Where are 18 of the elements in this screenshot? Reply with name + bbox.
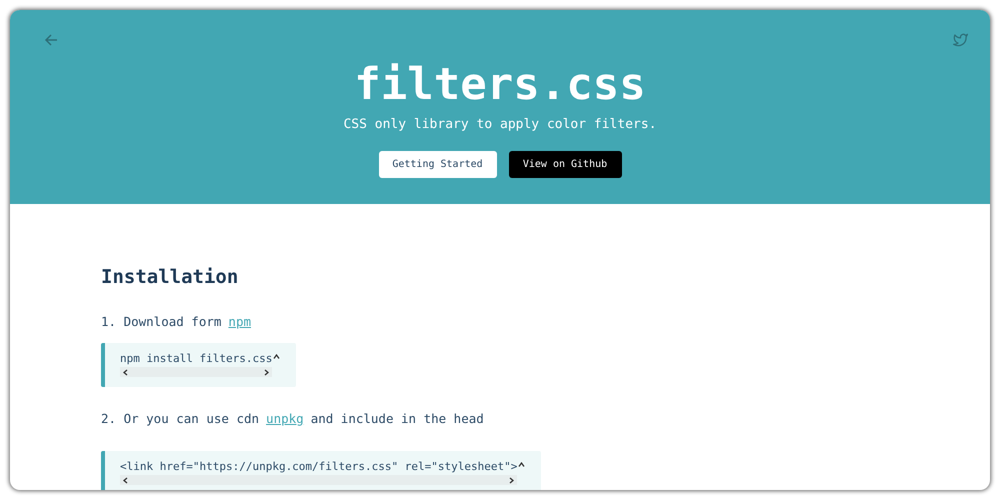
step-text: 1. Download form	[101, 313, 222, 331]
scroll-up-icon[interactable]	[518, 462, 526, 467]
page-title: filters.css	[354, 60, 646, 110]
tagline: CSS only library to apply color filters.	[343, 116, 657, 134]
code-text: <link href="https://unpkg.com/filters.css" rel="stylesheet">	[120, 459, 518, 475]
scroll-right-icon[interactable]	[509, 476, 514, 484]
section-heading: Installation	[101, 265, 240, 290]
scroll-left-icon[interactable]	[123, 476, 128, 484]
getting-started-button[interactable]: Getting Started	[378, 150, 496, 178]
scroll-left-icon[interactable]	[123, 368, 128, 376]
scroll-right-icon[interactable]	[264, 368, 270, 376]
step-text: 2. Or you can use cdn	[101, 410, 260, 428]
scroll-up-icon[interactable]	[273, 354, 280, 359]
scrollbar[interactable]	[120, 475, 518, 485]
code-text: npm install filters.css	[120, 351, 272, 367]
github-button[interactable]: View on Github	[508, 150, 622, 178]
scrollbar[interactable]	[120, 367, 272, 377]
step-text: and include in the head	[310, 410, 484, 428]
